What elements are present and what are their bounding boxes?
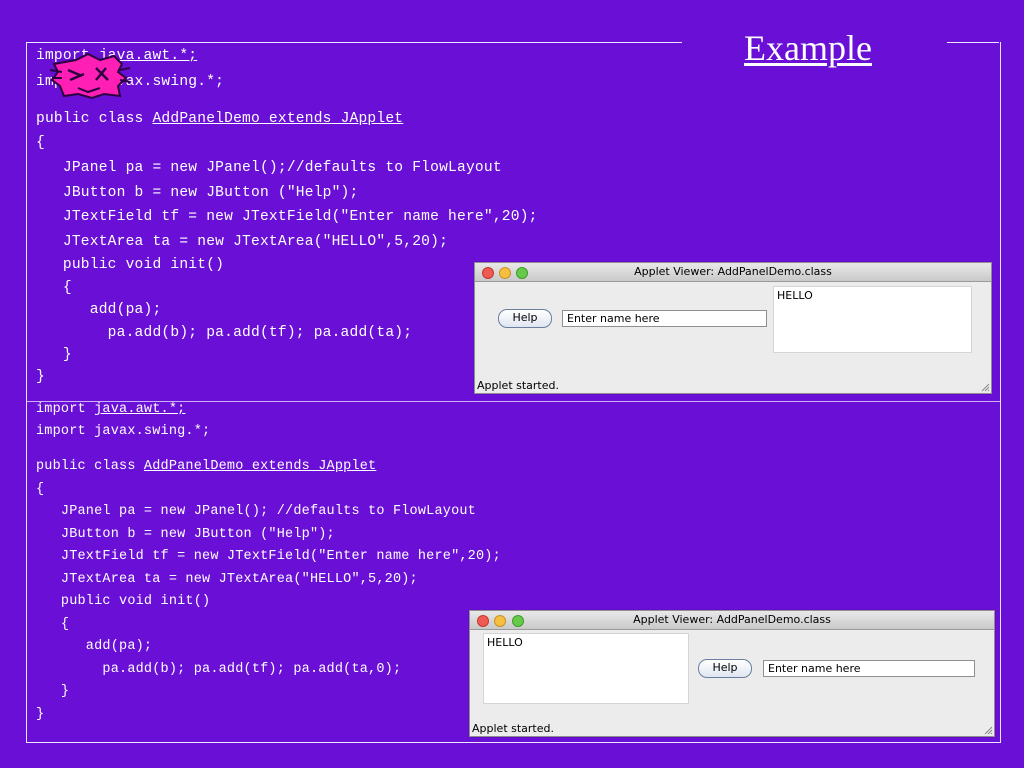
code-line: JButton b = new JButton ("Help"); bbox=[36, 527, 335, 542]
code-line: public void init() bbox=[36, 257, 225, 273]
code-line: } bbox=[36, 347, 72, 363]
code-line: { bbox=[36, 617, 70, 632]
code-line: { bbox=[36, 135, 45, 151]
code-line: } bbox=[36, 707, 45, 722]
hello-text-area[interactable]: HELLO bbox=[773, 286, 972, 353]
resize-grip-icon[interactable] bbox=[981, 383, 990, 392]
code-line: pa.add(b); pa.add(tf); pa.add(ta); bbox=[36, 325, 413, 341]
code-line: JTextArea ta = new JTextArea("HELLO",5,2… bbox=[36, 234, 449, 250]
code-line: { bbox=[36, 482, 45, 497]
code-line: public class AddPanelDemo extends JApple… bbox=[36, 111, 403, 127]
title-bar[interactable]: Applet Viewer: AddPanelDemo.class bbox=[475, 263, 991, 282]
hello-text-area[interactable]: HELLO bbox=[483, 633, 689, 704]
help-button[interactable]: Help bbox=[698, 659, 752, 678]
code-line: JTextArea ta = new JTextArea("HELLO",5,2… bbox=[36, 572, 418, 587]
name-text-field[interactable]: Enter name here bbox=[562, 310, 767, 327]
slide-title: Example bbox=[744, 28, 872, 68]
code-line: public class AddPanelDemo extends JApple… bbox=[36, 459, 376, 474]
code-keyword: public class bbox=[36, 111, 153, 127]
resize-grip-icon[interactable] bbox=[984, 726, 993, 735]
applet-viewer-window-bottom[interactable]: Applet Viewer: AddPanelDemo.class HELLO … bbox=[469, 610, 995, 737]
help-button[interactable]: Help bbox=[498, 309, 552, 328]
cat-sticker-icon bbox=[49, 52, 130, 100]
title-bar[interactable]: Applet Viewer: AddPanelDemo.class bbox=[470, 611, 994, 630]
code-line: import javax.swing.*; bbox=[36, 424, 211, 439]
code-line: JButton b = new JButton ("Help"); bbox=[36, 185, 359, 201]
code-class-link: AddPanelDemo extends JApplet bbox=[152, 111, 404, 127]
applet-viewer-window-top[interactable]: Applet Viewer: AddPanelDemo.class Help E… bbox=[474, 262, 992, 394]
window-title: Applet Viewer: AddPanelDemo.class bbox=[634, 265, 832, 278]
window-title: Applet Viewer: AddPanelDemo.class bbox=[633, 613, 831, 626]
name-text-field[interactable]: Enter name here bbox=[763, 660, 975, 677]
code-line: { bbox=[36, 280, 72, 296]
code-line: public void init() bbox=[36, 594, 211, 609]
code-class-link: AddPanelDemo extends JApplet bbox=[143, 459, 377, 474]
code-line: add(pa); bbox=[36, 639, 153, 654]
code-keyword: import bbox=[36, 402, 95, 417]
code-line: import java.awt.*; bbox=[36, 402, 185, 417]
code-line: pa.add(b); pa.add(tf); pa.add(ta,0); bbox=[36, 662, 402, 677]
code-line: JTextField tf = new JTextField("Enter na… bbox=[36, 549, 501, 564]
code-package-link: java.awt.*; bbox=[94, 402, 186, 417]
code-line: add(pa); bbox=[36, 302, 162, 318]
code-line: } bbox=[36, 369, 45, 385]
status-text: Applet started. bbox=[477, 379, 559, 392]
code-line: JPanel pa = new JPanel(); //defaults to … bbox=[36, 504, 476, 519]
code-line: JTextField tf = new JTextField("Enter na… bbox=[36, 209, 538, 225]
code-block-bottom: import java.awt.*; import javax.swing.*;… bbox=[36, 402, 501, 722]
code-keyword: public class bbox=[36, 459, 144, 474]
status-text: Applet started. bbox=[472, 722, 554, 735]
code-line: JPanel pa = new JPanel();//defaults to F… bbox=[36, 160, 502, 176]
code-line: } bbox=[36, 684, 70, 699]
